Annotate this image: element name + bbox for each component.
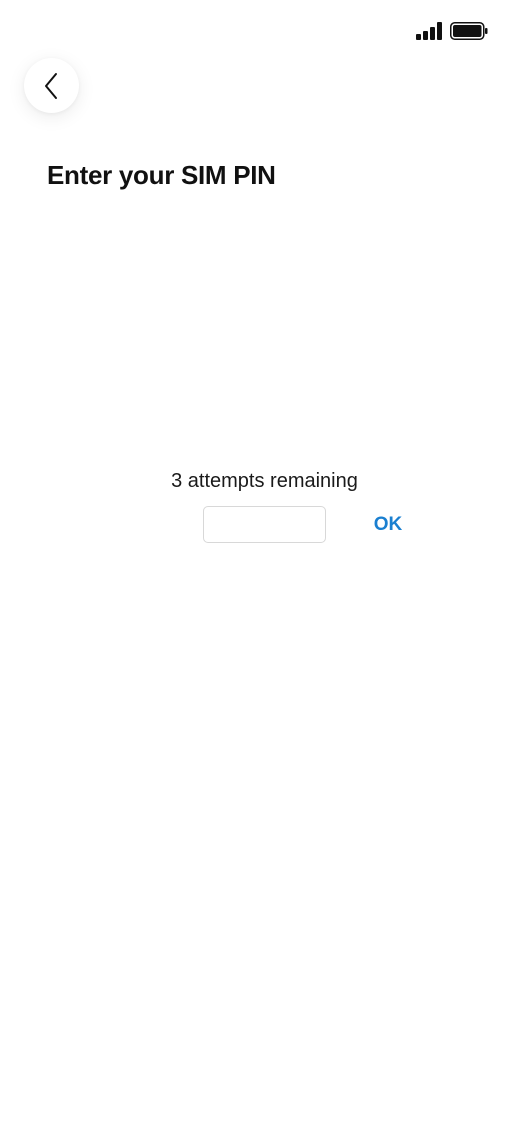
back-button[interactable] [24,58,79,113]
battery-icon [450,22,488,40]
ok-button[interactable]: OK [362,506,414,543]
sim-pin-input[interactable] [203,506,326,543]
status-bar [0,0,529,60]
page-title: Enter your SIM PIN [47,160,276,190]
cellular-signal-icon [416,22,444,40]
attempts-remaining-text: 3 attempts remaining [171,470,358,492]
chevron-left-icon [44,72,57,99]
